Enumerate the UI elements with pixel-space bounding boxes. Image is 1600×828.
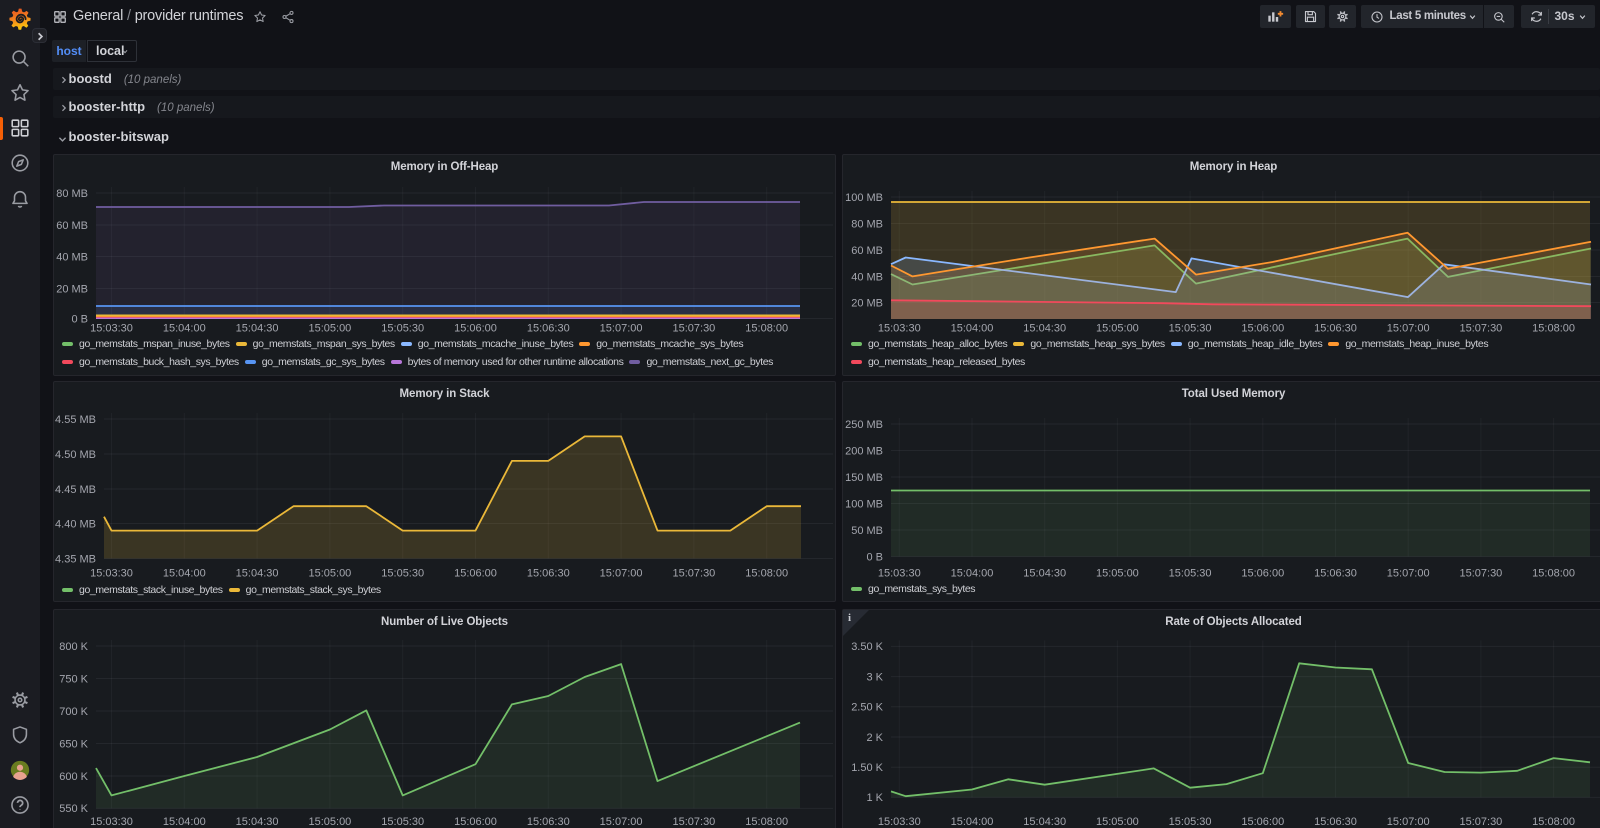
svg-text:550 K: 550 K [59, 803, 88, 815]
svg-text:15:04:00: 15:04:00 [163, 567, 206, 579]
svg-text:15:04:00: 15:04:00 [163, 323, 206, 335]
svg-text:600 K: 600 K [59, 770, 88, 782]
svg-text:15:07:00: 15:07:00 [600, 816, 643, 828]
svg-text:60 MB: 60 MB [851, 245, 883, 257]
svg-text:15:08:00: 15:08:00 [745, 323, 788, 335]
svg-text:15:05:30: 15:05:30 [381, 816, 424, 828]
svg-text:4.45 MB: 4.45 MB [55, 484, 96, 496]
svg-text:15:04:30: 15:04:30 [236, 816, 279, 828]
svg-text:650 K: 650 K [59, 738, 88, 750]
svg-text:15:04:30: 15:04:30 [1023, 816, 1066, 828]
svg-text:200 MB: 200 MB [845, 445, 883, 457]
svg-text:15:06:30: 15:06:30 [1314, 323, 1357, 335]
svg-text:15:05:00: 15:05:00 [1096, 816, 1139, 828]
svg-text:15:03:30: 15:03:30 [878, 567, 921, 579]
svg-text:15:03:30: 15:03:30 [90, 567, 133, 579]
svg-text:40 MB: 40 MB [56, 251, 88, 263]
svg-text:15:04:00: 15:04:00 [951, 567, 994, 579]
svg-text:100 MB: 100 MB [845, 192, 883, 204]
svg-text:15:08:00: 15:08:00 [745, 816, 788, 828]
svg-text:80 MB: 80 MB [851, 218, 883, 230]
svg-text:1 K: 1 K [866, 792, 883, 804]
svg-text:15:05:30: 15:05:30 [1169, 567, 1212, 579]
svg-text:4.50 MB: 4.50 MB [55, 449, 96, 461]
svg-text:15:03:30: 15:03:30 [878, 816, 921, 828]
svg-text:750 K: 750 K [59, 673, 88, 685]
svg-text:15:04:30: 15:04:30 [1023, 567, 1066, 579]
svg-text:15:07:00: 15:07:00 [1387, 567, 1430, 579]
svg-text:15:07:30: 15:07:30 [1459, 567, 1502, 579]
svg-text:40 MB: 40 MB [851, 271, 883, 283]
svg-text:0 B: 0 B [866, 551, 883, 563]
svg-text:15:04:30: 15:04:30 [236, 567, 279, 579]
svg-text:4.40 MB: 4.40 MB [55, 518, 96, 530]
svg-text:15:08:00: 15:08:00 [745, 567, 788, 579]
svg-text:15:06:00: 15:06:00 [1241, 816, 1284, 828]
svg-text:15:04:30: 15:04:30 [236, 323, 279, 335]
svg-text:15:08:00: 15:08:00 [1532, 567, 1575, 579]
svg-text:15:05:00: 15:05:00 [308, 816, 351, 828]
svg-text:20 MB: 20 MB [56, 283, 88, 295]
svg-text:2 K: 2 K [866, 731, 883, 743]
svg-text:15:06:30: 15:06:30 [1314, 567, 1357, 579]
svg-text:15:05:30: 15:05:30 [1169, 816, 1212, 828]
svg-text:0 B: 0 B [71, 313, 88, 325]
svg-text:15:06:30: 15:06:30 [527, 816, 570, 828]
svg-text:15:07:00: 15:07:00 [600, 567, 643, 579]
svg-text:15:08:00: 15:08:00 [1532, 816, 1575, 828]
svg-text:15:03:30: 15:03:30 [878, 323, 921, 335]
svg-text:15:06:00: 15:06:00 [454, 816, 497, 828]
svg-text:15:03:30: 15:03:30 [90, 816, 133, 828]
svg-text:15:07:30: 15:07:30 [1459, 323, 1502, 335]
svg-text:700 K: 700 K [59, 705, 88, 717]
svg-text:2.50 K: 2.50 K [851, 701, 883, 713]
svg-text:15:06:00: 15:06:00 [454, 567, 497, 579]
svg-text:4.35 MB: 4.35 MB [55, 553, 96, 565]
svg-text:15:06:00: 15:06:00 [454, 323, 497, 335]
svg-text:15:04:00: 15:04:00 [163, 816, 206, 828]
svg-text:15:05:00: 15:05:00 [308, 567, 351, 579]
svg-text:15:05:30: 15:05:30 [381, 567, 424, 579]
svg-text:80 MB: 80 MB [56, 188, 88, 200]
svg-text:15:07:00: 15:07:00 [1387, 323, 1430, 335]
svg-text:15:06:30: 15:06:30 [527, 567, 570, 579]
svg-text:15:07:30: 15:07:30 [1459, 816, 1502, 828]
svg-text:15:05:00: 15:05:00 [1096, 323, 1139, 335]
svg-text:1.50 K: 1.50 K [851, 762, 883, 774]
svg-text:15:05:00: 15:05:00 [1096, 567, 1139, 579]
svg-text:15:06:00: 15:06:00 [1241, 323, 1284, 335]
svg-text:150 MB: 150 MB [845, 472, 883, 484]
svg-text:15:08:00: 15:08:00 [1532, 323, 1575, 335]
svg-text:100 MB: 100 MB [845, 498, 883, 510]
svg-text:15:07:00: 15:07:00 [600, 323, 643, 335]
svg-text:15:05:00: 15:05:00 [308, 323, 351, 335]
svg-text:15:07:30: 15:07:30 [672, 567, 715, 579]
svg-text:15:06:00: 15:06:00 [1241, 567, 1284, 579]
svg-text:20 MB: 20 MB [851, 297, 883, 309]
svg-text:15:07:30: 15:07:30 [672, 816, 715, 828]
svg-text:15:04:00: 15:04:00 [951, 323, 994, 335]
svg-text:15:05:30: 15:05:30 [1169, 323, 1212, 335]
svg-text:3 K: 3 K [866, 671, 883, 683]
svg-text:3.50 K: 3.50 K [851, 641, 883, 653]
svg-text:15:03:30: 15:03:30 [90, 323, 133, 335]
svg-text:15:05:30: 15:05:30 [381, 323, 424, 335]
svg-text:50 MB: 50 MB [851, 525, 883, 537]
svg-text:250 MB: 250 MB [845, 419, 883, 431]
svg-text:15:04:00: 15:04:00 [951, 816, 994, 828]
svg-text:15:07:30: 15:07:30 [672, 323, 715, 335]
svg-text:15:06:30: 15:06:30 [1314, 816, 1357, 828]
svg-text:15:04:30: 15:04:30 [1023, 323, 1066, 335]
svg-text:15:07:00: 15:07:00 [1387, 816, 1430, 828]
svg-text:60 MB: 60 MB [56, 220, 88, 232]
svg-text:15:06:30: 15:06:30 [527, 323, 570, 335]
svg-text:800 K: 800 K [59, 640, 88, 652]
svg-text:4.55 MB: 4.55 MB [55, 414, 96, 426]
